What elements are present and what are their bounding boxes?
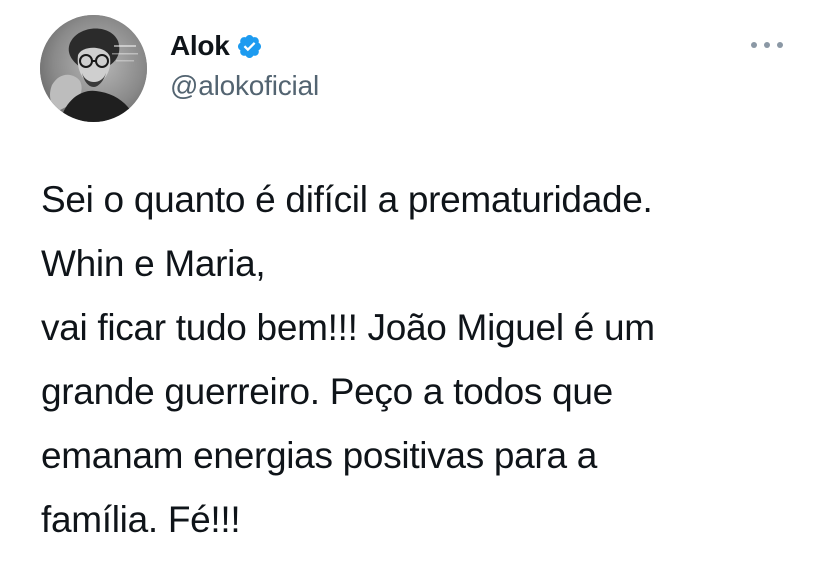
tweet-text-line: grande guerreiro. Peço a todos que (41, 371, 613, 412)
tweet-text-line: vai ficar tudo bem!!! João Miguel é um (41, 307, 655, 348)
author-avatar[interactable] (40, 15, 147, 122)
tweet-text: Sei o quanto é difícil a prematuridade. … (41, 168, 811, 552)
more-options-icon (751, 42, 783, 48)
tweet-text-line: Sei o quanto é difícil a prematuridade. (41, 179, 653, 220)
verified-badge-icon (236, 33, 263, 60)
author-display-name[interactable]: Alok (170, 28, 230, 64)
author-name-row: Alok (170, 28, 263, 64)
avatar-photo (40, 15, 147, 122)
tweet-text-line: Whin e Maria, (41, 243, 266, 284)
tweet-text-line: emanam energias positivas para a (41, 435, 597, 476)
more-options-button[interactable] (742, 30, 792, 60)
tweet-text-line: família. Fé!!! (41, 499, 241, 540)
tweet-card: Alok @alokoficial Sei o quanto é difícil… (0, 0, 828, 566)
author-handle[interactable]: @alokoficial (170, 68, 319, 104)
